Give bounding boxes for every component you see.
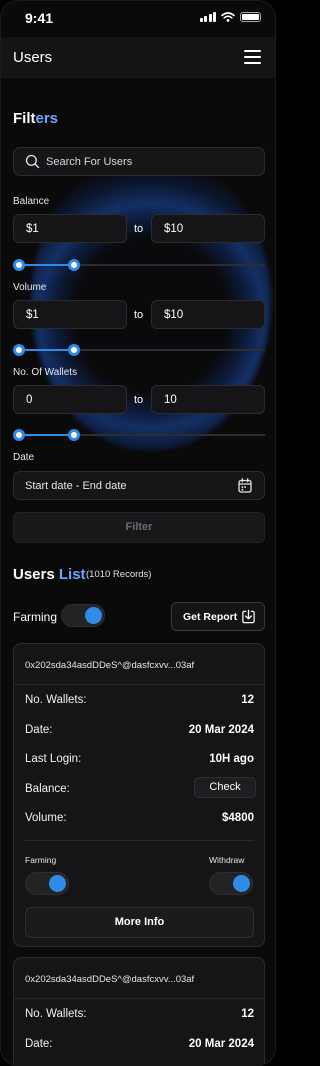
- slider-fill: [19, 264, 75, 266]
- date-key: Date:: [25, 1038, 53, 1050]
- filters-heading: Filters: [13, 110, 58, 127]
- balance-min-input[interactable]: $1: [13, 214, 127, 243]
- status-bar: 9:41: [1, 1, 275, 35]
- search-input[interactable]: Search For Users: [13, 147, 265, 176]
- wallets-key: No. Wallets:: [25, 1008, 87, 1020]
- wallet-address: 0x202sda34asdDDeS^@dasfcxvv...03af: [25, 660, 195, 671]
- card-divider: [14, 998, 264, 999]
- search-icon: [25, 154, 40, 169]
- last-login-value: 10H ago: [209, 753, 254, 765]
- date-key: Date:: [25, 724, 53, 736]
- date-value: 20 Mar 2024: [188, 724, 254, 736]
- balance-range-slider[interactable]: [13, 258, 265, 272]
- card-row-date: Date: 20 Mar 2024: [25, 724, 254, 740]
- download-icon: [242, 609, 255, 624]
- balance-max-input[interactable]: $10: [151, 214, 265, 243]
- date-range-placeholder: Start date - End date: [25, 480, 127, 492]
- more-info-button[interactable]: More Info: [25, 907, 254, 938]
- farming-filter-toggle[interactable]: [61, 604, 105, 627]
- page-title: Users: [13, 49, 53, 66]
- filter-button[interactable]: Filter: [13, 512, 265, 543]
- hamburger-menu-icon[interactable]: [244, 50, 261, 64]
- card-divider: [25, 840, 254, 841]
- volume-to-label: to: [134, 309, 144, 321]
- card-withdraw-toggle[interactable]: [209, 872, 253, 895]
- get-report-button[interactable]: Get Report: [171, 602, 265, 631]
- toggle-knob: [233, 875, 250, 892]
- wallets-value: 12: [241, 694, 254, 706]
- card-row-date: Date: 20 Mar 2024: [25, 1038, 254, 1054]
- volume-key: Volume:: [25, 812, 67, 824]
- wallets-label: No. Of Wallets: [13, 367, 78, 378]
- card-divider: [14, 684, 264, 685]
- date-value: 20 Mar 2024: [188, 1038, 254, 1050]
- card-row-wallets: No. Wallets: 12: [25, 694, 254, 710]
- calendar-icon[interactable]: [238, 478, 252, 493]
- phone-screen: 9:41 Users Filters Search For Users Bala…: [0, 0, 276, 1066]
- slider-min-handle[interactable]: [13, 429, 25, 441]
- users-list-heading-main: Users: [13, 566, 59, 583]
- filters-heading-accent: ers: [35, 110, 59, 127]
- toggle-knob: [49, 875, 66, 892]
- app-header: Users: [1, 37, 275, 78]
- volume-max-input[interactable]: $10: [151, 300, 265, 329]
- records-count: (1010 Records): [86, 569, 152, 580]
- user-card: 0x202sda34asdDDeS^@dasfcxvv...03af No. W…: [13, 957, 265, 1065]
- date-range-picker[interactable]: Start date - End date: [13, 471, 265, 500]
- balance-to-label: to: [134, 223, 144, 235]
- last-login-key: Last Login:: [25, 753, 82, 765]
- toggle-knob: [85, 607, 102, 624]
- user-card: 0x202sda34asdDDeS^@dasfcxvv...03af No. W…: [13, 643, 265, 947]
- wallets-key: No. Wallets:: [25, 694, 87, 706]
- volume-value: $4800: [222, 812, 254, 824]
- volume-label: Volume: [13, 282, 47, 293]
- wallets-min-input[interactable]: 0: [13, 385, 127, 414]
- farming-filter-label: Farming: [13, 610, 58, 624]
- wallet-address: 0x202sda34asdDDeS^@dasfcxvv...03af: [25, 974, 195, 985]
- users-list-heading: Users List: [13, 566, 86, 583]
- status-icons: [199, 12, 261, 22]
- wallets-range-slider[interactable]: [13, 428, 265, 442]
- check-balance-button[interactable]: Check: [194, 777, 256, 798]
- date-label: Date: [13, 452, 35, 463]
- battery-icon: [240, 12, 261, 22]
- slider-min-handle[interactable]: [13, 259, 25, 271]
- slider-fill: [19, 434, 75, 436]
- wallets-value: 12: [241, 1008, 254, 1020]
- card-withdraw-label: Withdraw: [209, 855, 245, 865]
- slider-max-handle[interactable]: [68, 344, 81, 356]
- slider-max-handle[interactable]: [68, 429, 81, 441]
- status-time: 9:41: [25, 10, 54, 26]
- users-list-heading-accent: List: [58, 566, 86, 583]
- card-row-last-login: Last Login: 10H ago: [25, 753, 254, 769]
- card-farming-toggle[interactable]: [25, 872, 69, 895]
- get-report-label: Get Report: [183, 611, 238, 623]
- wifi-icon: [221, 12, 235, 22]
- card-farming-label: Farming: [25, 855, 57, 865]
- slider-min-handle[interactable]: [13, 344, 25, 356]
- wallets-max-input[interactable]: 10: [151, 385, 265, 414]
- card-row-wallets: No. Wallets: 12: [25, 1008, 254, 1024]
- search-placeholder: Search For Users: [46, 156, 133, 168]
- balance-label: Balance: [13, 196, 50, 207]
- balance-key: Balance:: [25, 783, 70, 795]
- volume-min-input[interactable]: $1: [13, 300, 127, 329]
- filters-heading-main: Filt: [13, 110, 36, 127]
- card-row-volume: Volume: $4800: [25, 812, 254, 828]
- slider-max-handle[interactable]: [68, 259, 81, 271]
- volume-range-slider[interactable]: [13, 343, 265, 357]
- signal-icon: [199, 12, 216, 22]
- slider-fill: [19, 349, 75, 351]
- card-row-balance: Balance: Check: [25, 777, 256, 799]
- wallets-to-label: to: [134, 394, 144, 406]
